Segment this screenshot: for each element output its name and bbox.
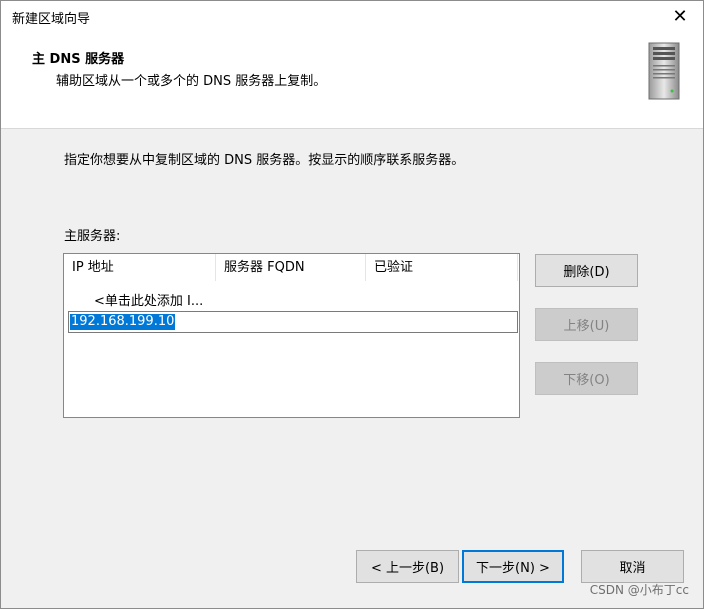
move-up-button[interactable]: 上移(U) xyxy=(535,308,638,341)
watermark-text: CSDN @小布丁cc xyxy=(589,583,689,597)
column-header-verified[interactable]: 已验证 xyxy=(366,254,518,281)
server-icon xyxy=(648,42,680,100)
page-title: 主 DNS 服务器 xyxy=(32,52,125,67)
column-header-fqdn[interactable]: 服务器 FQDN xyxy=(216,254,366,281)
delete-button[interactable]: 删除(D) xyxy=(535,254,638,287)
next-button[interactable]: 下一步(N) > xyxy=(462,550,564,583)
primary-servers-label: 主服务器: xyxy=(64,229,121,244)
page-subtitle: 辅助区域从一个或多个的 DNS 服务器上复制。 xyxy=(56,74,327,89)
title-bar[interactable]: 新建区域向导 ✕ xyxy=(1,1,703,31)
column-header-ip[interactable]: IP 地址 xyxy=(64,254,216,281)
ip-address-input[interactable]: 192.168.199.10 xyxy=(68,311,518,333)
wizard-header: 主 DNS 服务器 辅助区域从一个或多个的 DNS 服务器上复制。 xyxy=(1,31,703,129)
window-title: 新建区域向导 xyxy=(12,12,91,27)
move-down-button[interactable]: 下移(O) xyxy=(535,362,638,395)
cancel-button[interactable]: 取消 xyxy=(581,550,684,583)
instruction-text: 指定你想要从中复制区域的 DNS 服务器。按显示的顺序联系服务器。 xyxy=(64,153,465,168)
back-button[interactable]: < 上一步(B) xyxy=(356,550,459,583)
wizard-window: 新建区域向导 ✕ 主 DNS 服务器 辅助区域从一个或多个的 DNS 服务器上复… xyxy=(0,0,704,609)
add-server-row[interactable]: <单击此处添加 I... xyxy=(94,290,203,309)
ip-address-value: 192.168.199.10 xyxy=(70,314,176,330)
close-button[interactable]: ✕ xyxy=(657,1,703,31)
primary-servers-list[interactable]: IP 地址 服务器 FQDN 已验证 <单击此处添加 I... 192.168.… xyxy=(63,253,520,418)
close-icon: ✕ xyxy=(672,5,688,27)
